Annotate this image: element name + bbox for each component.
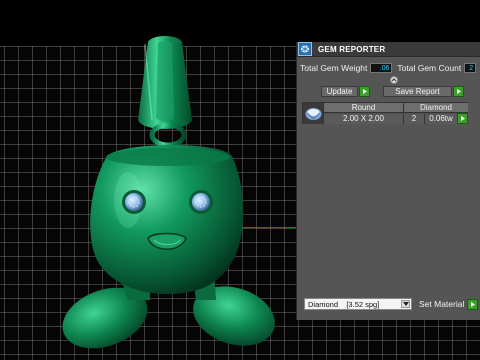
update-button[interactable]: Update [321, 86, 358, 97]
update-play-button[interactable] [359, 86, 370, 97]
save-report-play-button[interactable] [453, 86, 464, 97]
play-arrow-icon [461, 116, 465, 121]
material-select[interactable]: Diamond [3.52 spg] [304, 298, 412, 310]
total-gem-weight-value: .06 [370, 63, 393, 73]
round-gem-icon[interactable] [303, 103, 324, 124]
save-report-control: Save Report [383, 86, 464, 97]
gem-reporter-panel: GEM REPORTER Total Gem Weight .06 Total … [296, 42, 480, 320]
total-gem-count-value: 2 [464, 63, 477, 73]
collapse-icon[interactable] [390, 76, 398, 84]
panel-title: GEM REPORTER [318, 44, 386, 54]
pendant-body [90, 144, 244, 294]
total-gem-weight-label: Total Gem Weight [300, 63, 368, 73]
table-cell-size[interactable]: 2.00 X 2.00 [324, 114, 404, 124]
table-header-material: Diamond [404, 103, 468, 113]
dropdown-arrow-icon[interactable] [401, 300, 410, 308]
update-control: Update [321, 86, 370, 97]
play-arrow-icon [471, 301, 476, 307]
gem-table: Round Diamond 2.00 X 2.00 2 0.06tw [302, 102, 468, 124]
total-gem-count-label: Total Gem Count [397, 63, 462, 73]
table-cell-count[interactable]: 2 [404, 114, 425, 124]
gem-reporter-logo-icon [298, 42, 312, 56]
table-header-shape: Round [324, 103, 404, 113]
table-cell-weight[interactable]: 0.06tw [425, 114, 457, 124]
play-arrow-icon [363, 89, 367, 94]
material-select-value: Diamond [3.52 spg] [308, 299, 380, 309]
totals-row: Total Gem Weight .06 Total Gem Count 2 [300, 63, 477, 73]
play-arrow-icon [457, 89, 461, 94]
set-material-button[interactable]: Set Material [419, 299, 464, 309]
pendant-model[interactable] [0, 0, 300, 360]
right-eye-gem [189, 190, 213, 214]
save-report-button[interactable]: Save Report [383, 86, 452, 97]
material-row: Diamond [3.52 spg] Set Material [304, 298, 479, 310]
set-material-play-button[interactable] [467, 298, 479, 310]
row-play-button[interactable] [457, 113, 468, 124]
panel-header: GEM REPORTER [297, 42, 480, 57]
pendant-bail [138, 36, 192, 129]
left-eye-gem [122, 190, 146, 214]
